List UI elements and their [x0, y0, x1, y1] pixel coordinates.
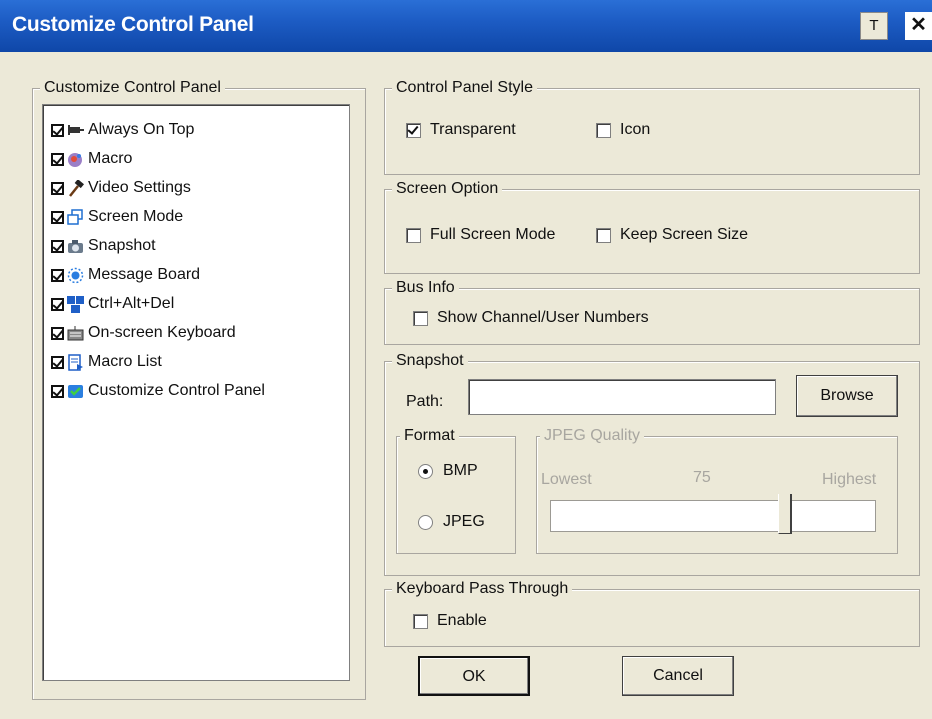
- checkbox-box[interactable]: [413, 613, 428, 629]
- features-listbox[interactable]: Always On Top Macro Video Settings Scree…: [42, 104, 350, 681]
- checkbox-macro-list[interactable]: [51, 355, 64, 369]
- list-item-label: Always On Top: [88, 121, 195, 138]
- window-title: Customize Control Panel: [12, 13, 254, 36]
- pin-icon: [67, 122, 84, 139]
- highest-label: Highest: [822, 471, 877, 488]
- transparent-checkbox[interactable]: Transparent: [406, 121, 516, 139]
- checkbox-box[interactable]: [413, 310, 428, 326]
- icon-checkbox[interactable]: Icon: [596, 121, 650, 139]
- list-item-ctrl-alt-del[interactable]: Ctrl+Alt+Del: [51, 291, 174, 317]
- list-item-label: Macro List: [88, 353, 162, 370]
- checkbox-macro[interactable]: [51, 152, 64, 166]
- lowest-label: Lowest: [541, 471, 592, 488]
- bmp-label: BMP: [443, 462, 478, 479]
- jpeg-quality-label: JPEG Quality: [540, 427, 645, 445]
- list-item-label: Ctrl+Alt+Del: [88, 295, 175, 312]
- camera-icon: [67, 238, 84, 255]
- checkbox-video-settings[interactable]: [51, 181, 64, 195]
- transparent-label: Transparent: [430, 121, 516, 138]
- bmp-radio[interactable]: BMP: [418, 462, 478, 480]
- list-item-macro[interactable]: Macro: [51, 146, 132, 172]
- full-screen-checkbox[interactable]: Full Screen Mode: [406, 226, 555, 244]
- jpeg-radio[interactable]: JPEG: [418, 513, 485, 531]
- customize-icon: [67, 383, 84, 400]
- full-screen-label: Full Screen Mode: [430, 226, 556, 243]
- checkbox-on-screen-keyboard[interactable]: [51, 326, 64, 340]
- list-item-label: Macro: [88, 150, 133, 167]
- checkbox-box[interactable]: [406, 122, 421, 138]
- pin-button[interactable]: T: [860, 12, 888, 40]
- show-numbers-label: Show Channel/User Numbers: [437, 309, 649, 326]
- checkbox-customize-control-panel[interactable]: [51, 384, 64, 398]
- list-item-always-on-top[interactable]: Always On Top: [51, 117, 194, 143]
- list-item-label: Screen Mode: [88, 208, 184, 225]
- format-label: Format: [400, 427, 459, 445]
- list-item-label: On-screen Keyboard: [88, 324, 236, 341]
- format-group: [396, 436, 516, 554]
- style-group-label: Control Panel Style: [392, 79, 537, 97]
- customize-control-panel-dialog: Customize Control Panel T ✕ Customize Co…: [0, 0, 932, 719]
- jpeg-quality-slider-thumb[interactable]: [777, 494, 792, 534]
- browse-button[interactable]: Browse: [796, 375, 898, 417]
- bus-info-label: Bus Info: [392, 279, 459, 297]
- title-bar[interactable]: Customize Control Panel T ✕: [0, 0, 932, 52]
- jpeg-quality-slider-track[interactable]: [550, 500, 876, 532]
- close-button[interactable]: ✕: [905, 12, 932, 40]
- cancel-button[interactable]: Cancel: [622, 656, 734, 696]
- quality-value: 75: [693, 469, 711, 486]
- checkbox-snapshot[interactable]: [51, 239, 64, 253]
- checkbox-screen-mode[interactable]: [51, 210, 64, 224]
- checkbox-box[interactable]: [596, 122, 611, 138]
- hammer-icon: [67, 178, 84, 197]
- snapshot-group-label: Snapshot: [392, 352, 468, 370]
- icon-label: Icon: [620, 121, 651, 138]
- list-item-macro-list[interactable]: Macro List: [51, 349, 162, 375]
- ctrl-alt-del-icon: [67, 295, 84, 313]
- enable-checkbox[interactable]: Enable: [413, 612, 487, 630]
- checkbox-message-board[interactable]: [51, 268, 64, 282]
- jpeg-label: JPEG: [443, 513, 485, 530]
- list-item-on-screen-keyboard[interactable]: On-screen Keyboard: [51, 320, 236, 346]
- path-label: Path:: [406, 393, 444, 410]
- checkbox-ctrl-alt-del[interactable]: [51, 297, 64, 311]
- list-item-label: Snapshot: [88, 237, 156, 254]
- list-item-label: Customize Control Panel: [88, 382, 265, 399]
- ok-button[interactable]: OK: [418, 656, 530, 696]
- list-item-video-settings[interactable]: Video Settings: [51, 175, 191, 201]
- checkbox-box[interactable]: [406, 227, 421, 243]
- list-item-label: Message Board: [88, 266, 201, 283]
- jpeg-quality-group: [536, 436, 898, 554]
- list-item-snapshot[interactable]: Snapshot: [51, 233, 156, 259]
- list-item-message-board[interactable]: Message Board: [51, 262, 200, 288]
- macro-icon: [67, 151, 84, 168]
- list-item-label: Video Settings: [88, 179, 191, 196]
- enable-label: Enable: [437, 612, 487, 629]
- screen-mode-icon: [67, 208, 84, 226]
- radio-dot[interactable]: [418, 514, 433, 530]
- keep-screen-size-label: Keep Screen Size: [620, 226, 749, 243]
- show-numbers-checkbox[interactable]: Show Channel/User Numbers: [413, 309, 649, 327]
- checkbox-always-on-top[interactable]: [51, 123, 64, 137]
- checkbox-box[interactable]: [596, 227, 611, 243]
- keep-screen-size-checkbox[interactable]: Keep Screen Size: [596, 226, 748, 244]
- keyboard-icon: [67, 325, 84, 342]
- radio-dot[interactable]: [418, 463, 433, 479]
- list-item-screen-mode[interactable]: Screen Mode: [51, 204, 183, 230]
- screen-option-label: Screen Option: [392, 180, 503, 198]
- macro-list-icon: [67, 353, 84, 371]
- keyboard-pass-through-label: Keyboard Pass Through: [392, 580, 573, 598]
- list-item-customize-control-panel[interactable]: Customize Control Panel: [51, 378, 265, 404]
- message-board-icon: [67, 267, 84, 284]
- customize-group-label: Customize Control Panel: [40, 79, 225, 97]
- path-input[interactable]: [468, 379, 776, 415]
